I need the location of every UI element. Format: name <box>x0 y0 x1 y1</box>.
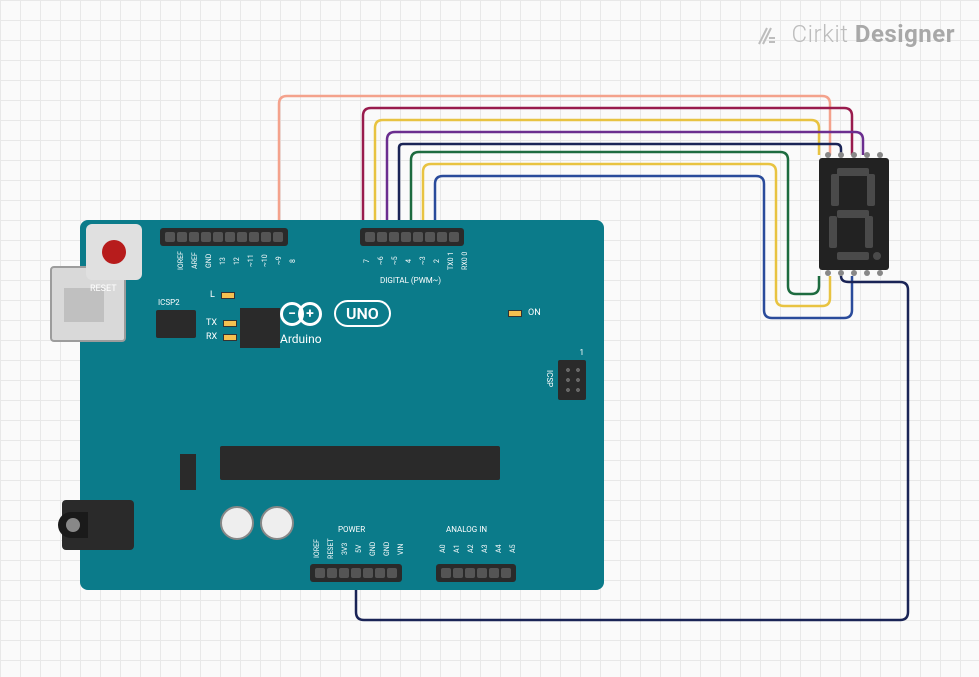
digital-left-labels: IOREF AREF GND 13 12 ~11 ~10 ~9 8 <box>162 248 300 274</box>
reset-label: RESET <box>90 284 117 294</box>
watermark-product: Designer <box>855 20 955 48</box>
segment-c <box>865 216 873 248</box>
power-jack <box>62 500 134 550</box>
led-rx: RX <box>206 332 237 342</box>
analog-section-label: ANALOG IN <box>446 525 487 534</box>
watermark: Cirkit Designer <box>755 20 955 48</box>
seg-pin-e <box>825 270 831 276</box>
digital-section-label: DIGITAL (PWM~) <box>380 276 441 285</box>
icsp2-label: ICSP2 <box>158 298 180 307</box>
seg-pin-a <box>864 152 870 158</box>
icsp2-header <box>156 310 196 338</box>
seg-pin-com-top <box>851 152 857 158</box>
analog-header[interactable] <box>436 564 516 582</box>
digital-right-labels: 7 ~6 ~5 4 ~3 2 TX0 1 RX0 0 <box>362 248 472 274</box>
seg-pin-b <box>877 152 883 158</box>
watermark-brand: Cirkit <box>792 20 849 48</box>
voltage-regulator <box>180 454 196 490</box>
digital-header-left[interactable] <box>160 228 288 246</box>
segment-dp <box>873 252 881 260</box>
chip-atmega16u2 <box>240 308 280 348</box>
led-tx: TX <box>206 318 237 328</box>
power-section-label: POWER <box>338 525 365 534</box>
analog-labels: A0 A1 A2 A3 A4 A5 <box>438 536 520 562</box>
seg-pin-c <box>864 270 870 276</box>
watermark-icon <box>755 24 779 48</box>
arduino-name: Arduino <box>280 332 322 346</box>
led-on: ON <box>508 308 541 318</box>
segment-e <box>829 216 837 248</box>
seg-pin-g <box>825 152 831 158</box>
seven-segment-display[interactable] <box>819 158 889 270</box>
icsp-header <box>558 360 586 400</box>
digital-header-right[interactable] <box>360 228 464 246</box>
arduino-board[interactable]: RESET ICSP2 IOREF AREF GND 13 12 ~11 ~10… <box>80 220 604 590</box>
icsp-one: 1 <box>580 348 585 357</box>
segment-b <box>867 174 875 206</box>
arduino-logo: −+ UNO <box>280 300 391 327</box>
segment-a <box>837 168 869 176</box>
seg-pin-d <box>838 270 844 276</box>
model-label: UNO <box>334 300 391 327</box>
capacitors <box>220 506 294 540</box>
segment-d <box>837 252 869 260</box>
seg-pin-f <box>838 152 844 158</box>
power-labels: IOREF RESET 3V3 5V GND GND VIN <box>312 536 408 562</box>
power-header[interactable] <box>310 564 402 582</box>
segment-f <box>831 174 839 206</box>
icsp-label: ICSP <box>545 370 554 387</box>
reset-button[interactable] <box>86 224 142 280</box>
seg-pin-com-bot <box>851 270 857 276</box>
led-l: L <box>210 290 235 300</box>
seg-pin-dp <box>877 270 883 276</box>
chip-atmega328p <box>220 446 500 480</box>
